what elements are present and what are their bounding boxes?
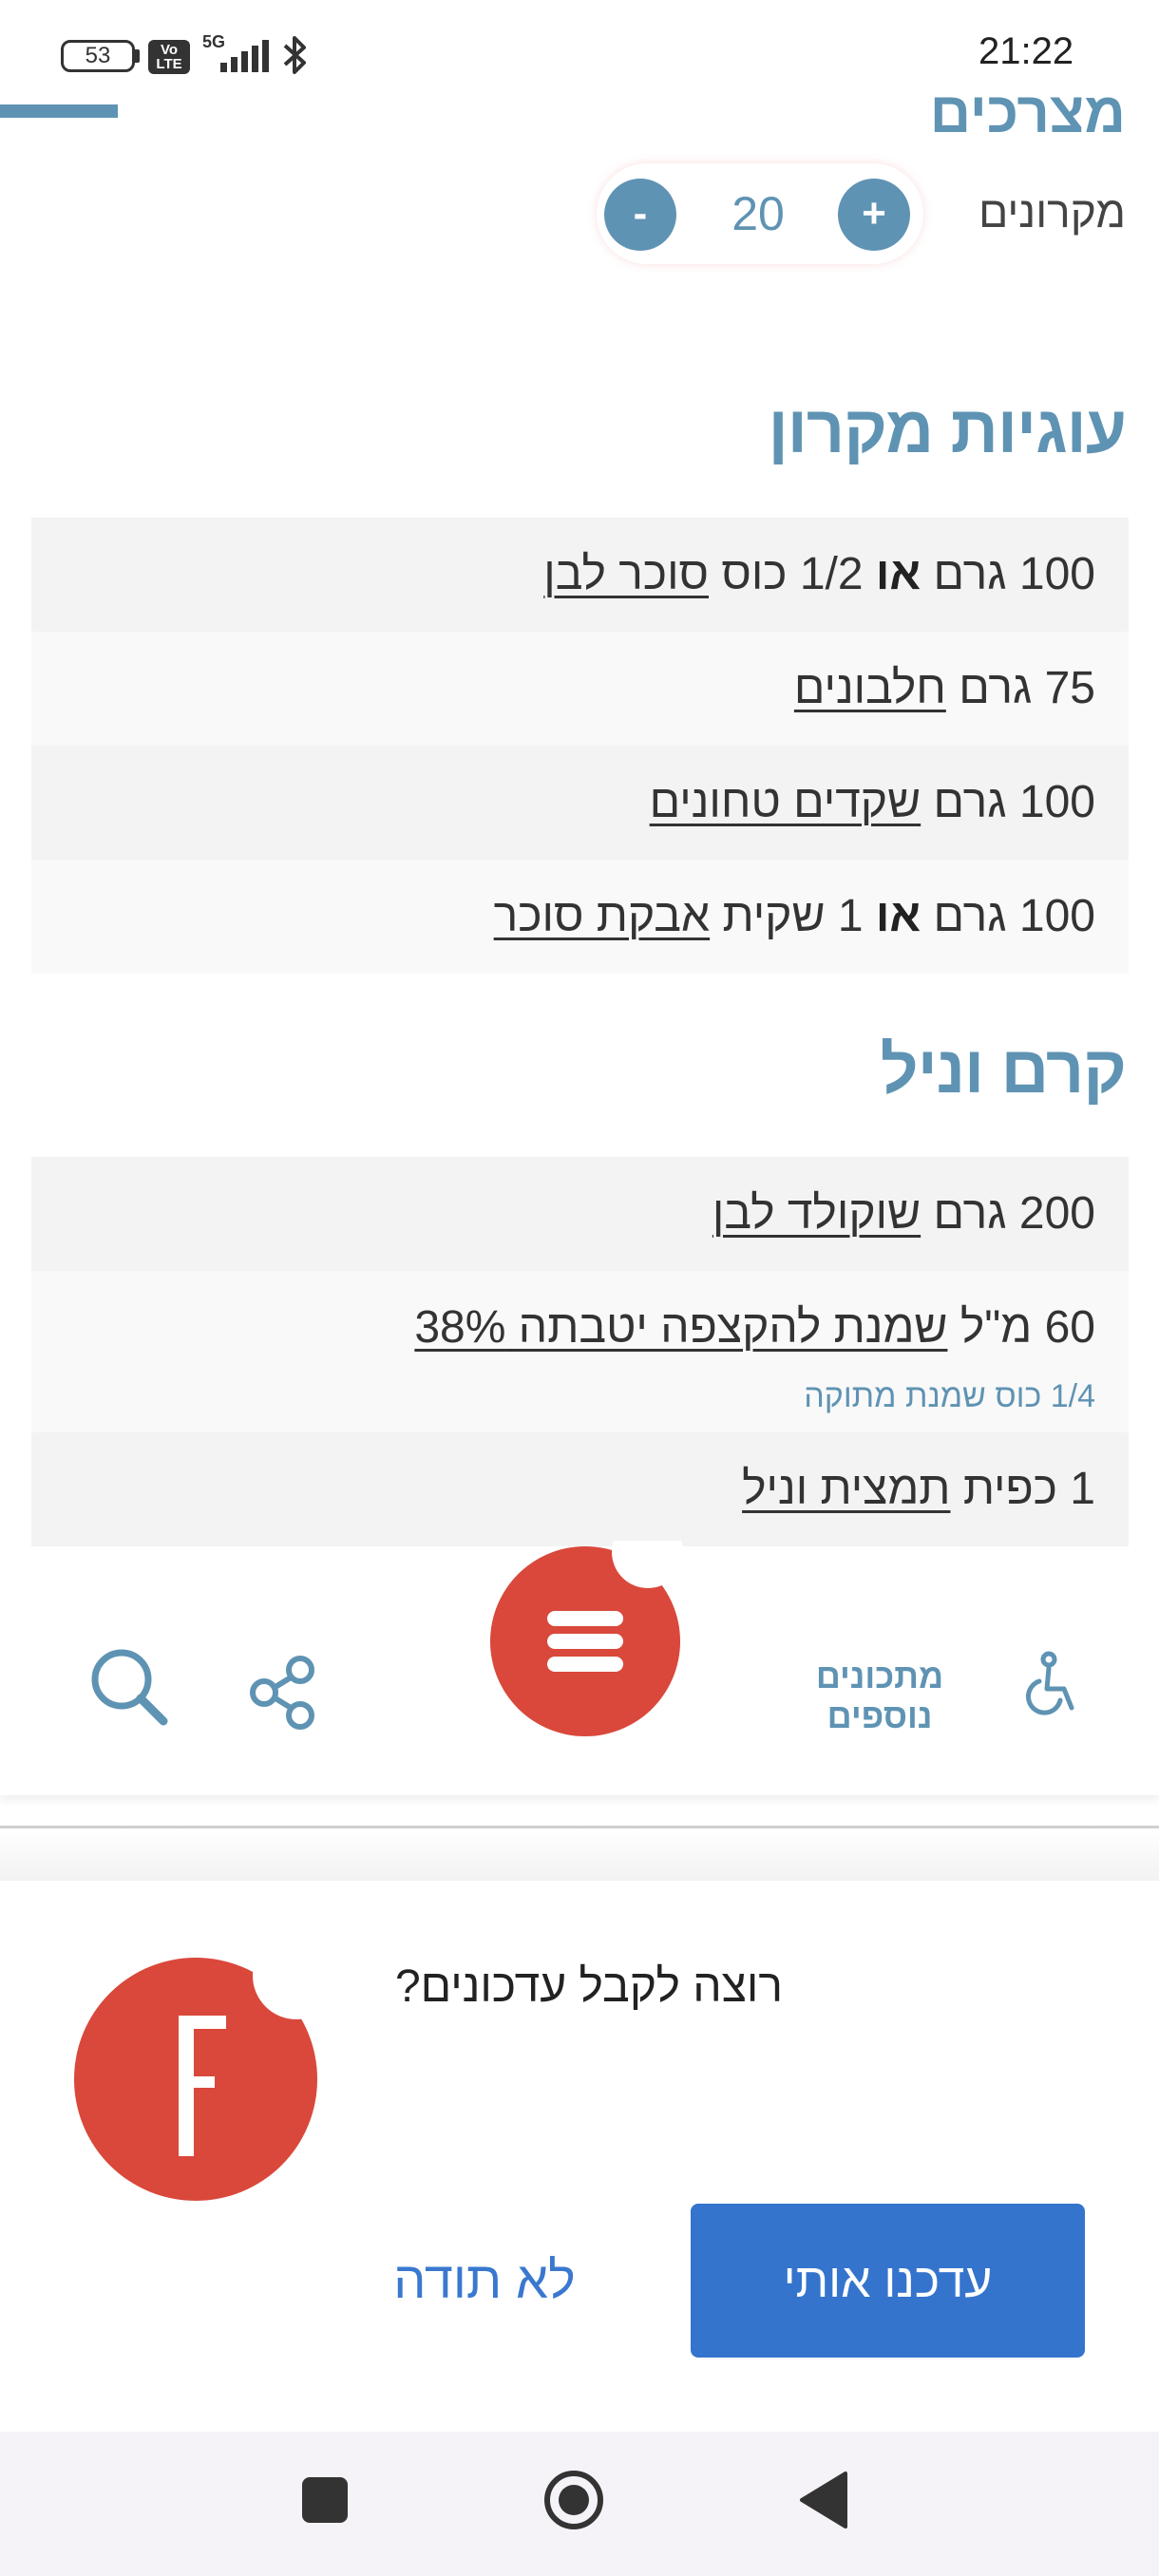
ingredient-link[interactable]: סוכר לבן: [543, 549, 709, 599]
ingredient-alt-unit: שקית: [722, 891, 826, 941]
ingredient-row: 60 מ"ל שמנת להקצפה יטבתה 38% 1/4 כוס שמנ…: [31, 1271, 1129, 1432]
ingredient-qty: 75: [1044, 663, 1095, 713]
ingredient-link[interactable]: אבקת סוכר: [494, 891, 710, 941]
ingredient-or: או: [875, 891, 922, 941]
more-recipes-label-1: מתכונים: [815, 1657, 944, 1695]
ingredient-unit: גרם: [933, 1188, 1007, 1239]
ingredient-qty: 60: [1044, 1302, 1095, 1353]
prompt-question: רוצה לקבל עדכונים?: [394, 1961, 783, 2012]
accept-button[interactable]: עדכנו אותי: [691, 2204, 1085, 2358]
servings-label: מקרונים: [978, 187, 1126, 237]
decline-button[interactable]: לא תודה: [361, 2242, 608, 2320]
signal-icon: [220, 40, 269, 72]
ingredients-heading: מצרכים: [929, 81, 1126, 135]
increase-servings-button[interactable]: +: [838, 179, 910, 251]
ingredient-unit: גרם: [933, 549, 1007, 599]
servings-count: 20: [732, 187, 785, 240]
ingredient-qty: 100: [1018, 549, 1095, 599]
clock: 21:22: [978, 30, 1074, 72]
ingredient-row: 1 כפית תמצית וניל: [31, 1432, 1129, 1546]
ingredient-alt-qty: 1/2: [799, 549, 864, 599]
ingredient-link[interactable]: שמנת להקצפה יטבתה 38%: [414, 1302, 947, 1353]
section-title: קרם וניל: [880, 1032, 1127, 1107]
ingredient-unit: גרם: [933, 891, 1007, 941]
brand-logo: [74, 1955, 321, 2201]
ingredient-unit: מ"ל: [960, 1302, 1033, 1353]
ingredient-qty: 1: [1070, 1464, 1095, 1514]
decrease-servings-button[interactable]: -: [604, 179, 676, 251]
ingredient-link[interactable]: תמצית וניל: [742, 1464, 950, 1514]
ingredient-alt-unit: כוס: [721, 549, 788, 599]
bluetooth-icon: [283, 36, 306, 74]
ingredient-qty: 100: [1018, 777, 1095, 827]
ingredient-qty: 200: [1018, 1188, 1095, 1239]
menu-button[interactable]: [488, 1541, 682, 1740]
more-recipes-label-2: נוספים: [826, 1696, 933, 1735]
ingredient-row: 75 גרם חלבונים: [31, 632, 1129, 746]
section-title: עוגיות מקרון: [768, 392, 1127, 466]
home-button[interactable]: [543, 2470, 604, 2530]
ingredient-row: 100 גרם או 1 שקית אבקת סוכר: [31, 860, 1129, 974]
ingredient-row: 200 גרם שוקולד לבן: [31, 1157, 1129, 1271]
accessibility-icon[interactable]: [1015, 1651, 1081, 1717]
ingredient-unit: גרם: [959, 663, 1033, 713]
ingredient-link[interactable]: שוקולד לבן: [712, 1188, 921, 1239]
ingredient-row: 100 גרם שקדים טחונים: [31, 746, 1129, 860]
ingredient-link[interactable]: שקדים טחונים: [650, 777, 922, 827]
share-icon[interactable]: [247, 1655, 319, 1731]
ingredient-unit: גרם: [933, 777, 1007, 827]
volte-icon: Vo LTE: [148, 40, 190, 74]
ingredient-qty: 100: [1018, 891, 1095, 941]
battery-icon: 53: [61, 40, 135, 72]
ingredient-link[interactable]: חלבונים: [794, 663, 946, 713]
shadow-band: [0, 1828, 1159, 1881]
ingredient-row: 100 גרם או 1/2 כוס סוכר לבן: [31, 518, 1129, 632]
recents-button[interactable]: [302, 2477, 348, 2523]
ingredient-note: 1/4 כוס שמנת מתוקה: [804, 1378, 1095, 1414]
ingredient-alt-qty: 1: [837, 891, 864, 941]
menu-icon: [547, 1611, 623, 1626]
more-recipes-link[interactable]: מתכונים נוספים: [794, 1657, 965, 1736]
ingredient-unit: כפית: [962, 1464, 1057, 1514]
header-accent-bar: [0, 104, 118, 118]
search-icon[interactable]: [87, 1645, 173, 1731]
ingredient-or: או: [875, 549, 922, 599]
battery-tip: [135, 49, 140, 63]
back-button[interactable]: [798, 2470, 851, 2530]
